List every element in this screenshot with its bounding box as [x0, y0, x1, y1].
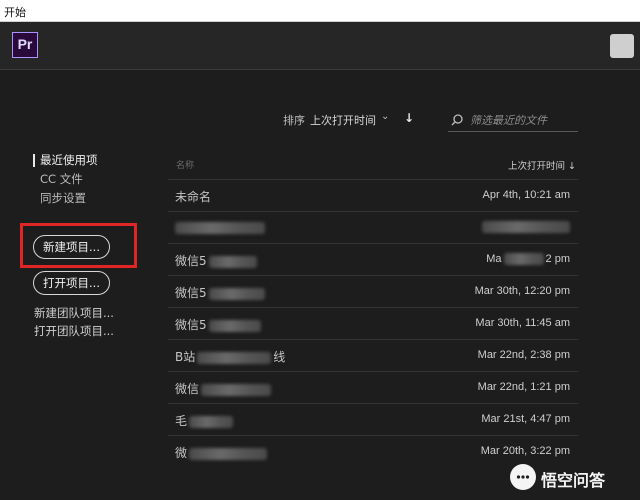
file-name: B站线 — [175, 350, 286, 364]
chevron-down-icon[interactable]: ⌄ — [381, 111, 389, 122]
speech-bubble-icon — [510, 464, 536, 490]
redacted-text — [208, 319, 261, 332]
file-name: 微信5 — [175, 316, 261, 333]
watermark-text: 悟空问答 — [541, 471, 606, 490]
sidebar-item-sync-settings[interactable]: 同步设置 — [40, 190, 86, 206]
file-date — [482, 221, 570, 234]
sort-dropdown[interactable]: 上次打开时间 — [310, 112, 376, 128]
file-name — [175, 220, 265, 234]
window-titlebar: 开始 — [0, 0, 640, 22]
table-row[interactable]: 毛 Mar 21st, 4:47 pm — [168, 403, 578, 434]
column-header-last-opened[interactable]: 上次打开时间 ↓ — [508, 158, 576, 172]
open-project-button[interactable]: 打开项目... — [33, 271, 110, 295]
app-header: Pr — [0, 22, 640, 70]
search-icon — [451, 114, 463, 126]
table-row[interactable]: 微信5 Ma 2 pm — [168, 243, 578, 274]
file-name: 微信 — [175, 380, 272, 397]
filter-field[interactable] — [448, 110, 578, 132]
file-date: Mar 21st, 4:47 pm — [481, 413, 570, 425]
window-title: 开始 — [4, 6, 26, 19]
redacted-text — [189, 447, 268, 460]
file-date: Mar 22nd, 1:21 pm — [477, 381, 570, 393]
redacted-text — [208, 287, 265, 300]
redacted-text — [201, 383, 272, 396]
file-name: 微信5 — [175, 284, 265, 301]
column-header-name[interactable]: 名称 — [176, 158, 194, 171]
redacted-text — [197, 351, 272, 364]
file-date: Mar 22nd, 2:38 pm — [477, 349, 570, 361]
sort-label: 排序 — [283, 114, 305, 127]
table-row[interactable]: 微信5 Mar 30th, 12:20 pm — [168, 275, 578, 306]
redacted-text — [189, 415, 234, 428]
active-indicator — [33, 154, 35, 167]
file-date: Mar 30th, 11:45 am — [475, 317, 570, 329]
redacted-text — [208, 255, 257, 268]
sort-direction-icon[interactable]: ↓ — [404, 111, 414, 125]
table-row[interactable]: 未命名 Apr 4th, 10:21 am — [168, 179, 578, 210]
new-project-button[interactable]: 新建项目... — [33, 235, 110, 259]
filter-input[interactable] — [470, 112, 575, 128]
redacted-text — [175, 221, 265, 234]
table-row[interactable]: 微信5 Mar 30th, 11:45 am — [168, 307, 578, 338]
sidebar-item-recent[interactable]: 最近使用项 — [40, 152, 98, 168]
file-name: 微信5 — [175, 252, 257, 269]
table-row[interactable]: 微信 Mar 22nd, 1:21 pm — [168, 371, 578, 402]
table-row[interactable] — [168, 211, 578, 242]
account-button[interactable] — [610, 34, 634, 58]
file-date: Ma 2 pm — [486, 253, 570, 266]
file-date: Apr 4th, 10:21 am — [482, 189, 570, 201]
new-team-project-link[interactable]: 新建团队项目... — [34, 305, 114, 321]
file-date: Mar 30th, 12:20 pm — [474, 285, 570, 297]
redacted-text — [503, 253, 544, 266]
table-row[interactable]: B站线 Mar 22nd, 2:38 pm — [168, 339, 578, 370]
premiere-logo-icon: Pr — [12, 32, 38, 58]
file-name: 毛 — [175, 412, 234, 429]
file-name: 微 — [175, 444, 268, 461]
table-row[interactable]: 微 Mar 20th, 3:22 pm — [168, 435, 578, 466]
file-date: Mar 20th, 3:22 pm — [480, 445, 570, 457]
redacted-text — [482, 221, 570, 234]
file-name: 未命名 — [175, 190, 212, 204]
open-team-project-link[interactable]: 打开团队项目... — [34, 323, 114, 339]
sidebar-item-cc-files[interactable]: CC 文件 — [40, 171, 83, 187]
